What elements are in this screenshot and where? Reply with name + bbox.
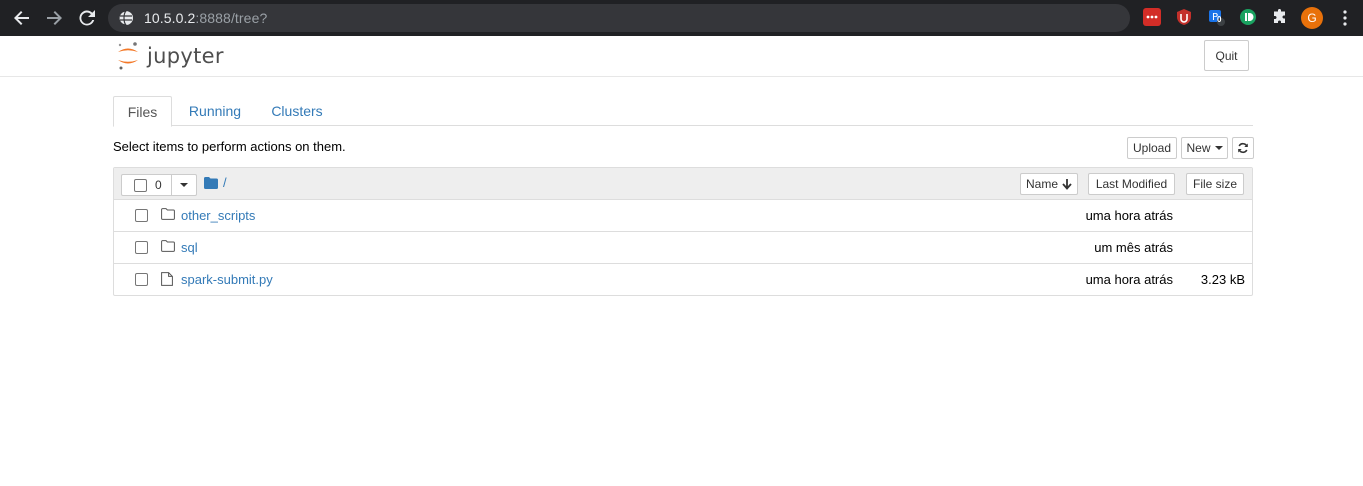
select-all-group: 0 xyxy=(121,174,197,196)
select-all-toggle[interactable]: 0 xyxy=(122,175,172,195)
site-info-icon[interactable] xyxy=(118,10,134,26)
lastpass-icon[interactable] xyxy=(1143,8,1161,26)
url-host: 10.5.0.2 xyxy=(144,10,196,26)
jupyter-header: jupyter Quit xyxy=(0,36,1363,77)
list-item[interactable]: other_scripts uma hora atrás xyxy=(114,200,1252,232)
browser-toolbar: 10.5.0.2:8888/tree? P 0 G xyxy=(0,0,1363,36)
caret-down-icon xyxy=(1214,146,1223,150)
caret-down-icon xyxy=(180,183,188,187)
url-path: :8888/tree? xyxy=(195,10,268,26)
list-item[interactable]: sql um mês atrás xyxy=(114,232,1252,264)
selected-count: 0 xyxy=(155,178,162,192)
selection-hint: Select items to perform actions on them. xyxy=(113,139,346,154)
refresh-button[interactable] xyxy=(1232,137,1254,159)
new-dropdown-button[interactable]: New xyxy=(1181,137,1228,159)
breadcrumb[interactable]: / xyxy=(204,175,227,190)
tab-files[interactable]: Files xyxy=(113,96,172,127)
new-button-label: New xyxy=(1186,141,1211,155)
sort-by-file-size-button[interactable]: File size xyxy=(1186,173,1244,195)
item-checkbox[interactable] xyxy=(135,273,148,286)
item-name-link[interactable]: sql xyxy=(181,240,198,255)
file-list: 0 / Name Last Modified File size other_s… xyxy=(113,167,1253,296)
profile-avatar[interactable]: G xyxy=(1301,7,1323,29)
item-last-modified: uma hora atrás xyxy=(1085,208,1173,223)
url-text: 10.5.0.2:8888/tree? xyxy=(144,10,267,26)
file-list-header: 0 / Name Last Modified File size xyxy=(114,168,1252,200)
column-name-label: Name xyxy=(1025,177,1058,191)
quit-button[interactable]: Quit xyxy=(1204,40,1249,71)
select-all-checkbox[interactable] xyxy=(134,178,147,192)
file-outline-icon xyxy=(161,272,173,286)
tab-bar: Files Running Clusters xyxy=(113,96,1253,127)
refresh-icon xyxy=(1238,142,1248,154)
folder-outline-icon xyxy=(161,240,175,252)
jupyter-logo-text: jupyter xyxy=(147,44,224,68)
folder-icon xyxy=(204,176,218,189)
kebab-menu-icon[interactable] xyxy=(1335,8,1355,28)
puzzle-extensions-icon[interactable] xyxy=(1271,8,1289,26)
forward-arrow-icon[interactable] xyxy=(44,8,64,28)
grammar-extension-icon[interactable] xyxy=(1239,8,1257,26)
jupyter-logo-icon xyxy=(118,42,138,70)
list-item[interactable]: spark-submit.py uma hora atrás 3.23 kB xyxy=(114,264,1252,296)
item-name-link[interactable]: other_scripts xyxy=(181,208,255,223)
extension-badge: 0 xyxy=(1217,15,1222,24)
upload-button[interactable]: Upload xyxy=(1127,137,1177,159)
arrow-down-icon xyxy=(1062,178,1072,190)
item-checkbox[interactable] xyxy=(135,209,148,222)
tab-clusters[interactable]: Clusters xyxy=(263,96,331,126)
sort-by-last-modified-button[interactable]: Last Modified xyxy=(1088,173,1175,195)
item-last-modified: uma hora atrás xyxy=(1085,272,1173,287)
folder-outline-icon xyxy=(161,208,175,220)
item-file-size: 3.23 kB xyxy=(1200,272,1245,287)
tab-running[interactable]: Running xyxy=(179,96,251,126)
back-arrow-icon[interactable] xyxy=(12,8,32,28)
select-menu-button[interactable] xyxy=(172,175,196,195)
sort-by-name-button[interactable]: Name xyxy=(1020,173,1078,195)
item-checkbox[interactable] xyxy=(135,241,148,254)
ublock-icon[interactable] xyxy=(1175,8,1193,26)
address-bar[interactable]: 10.5.0.2:8888/tree? xyxy=(108,4,1130,32)
jupyter-logo[interactable]: jupyter xyxy=(115,41,224,71)
item-name-link[interactable]: spark-submit.py xyxy=(181,272,273,287)
reload-icon[interactable] xyxy=(77,8,97,28)
proxy-extension-icon[interactable]: P 0 xyxy=(1207,8,1225,26)
breadcrumb-root[interactable]: / xyxy=(223,175,227,190)
item-last-modified: um mês atrás xyxy=(1094,240,1173,255)
